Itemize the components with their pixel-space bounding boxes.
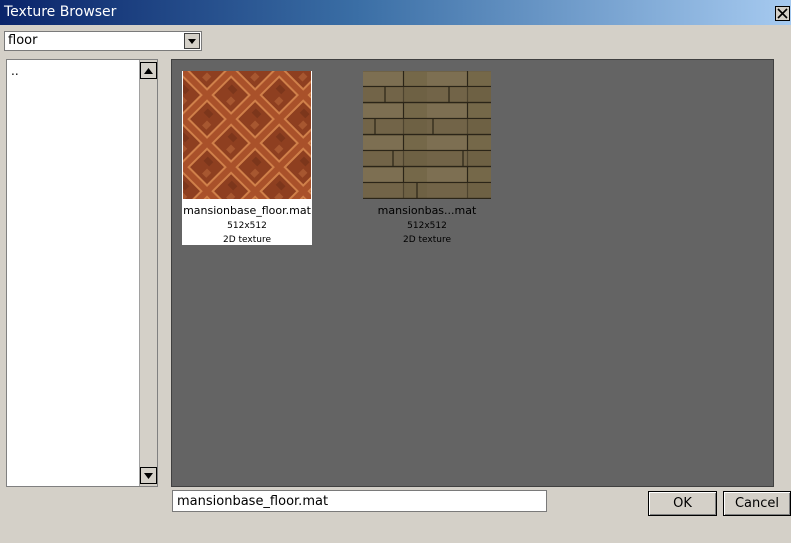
- folder-item-parent[interactable]: ..: [11, 64, 19, 78]
- close-button[interactable]: [775, 6, 790, 21]
- texture-tile[interactable]: mansionbas...mat 512x512 2D texture: [362, 71, 492, 245]
- texture-name: mansionbas...mat: [377, 204, 477, 217]
- window-title: Texture Browser: [4, 4, 117, 20]
- texture-grid[interactable]: mansionbase_floor.mat 512x512 2D texture: [171, 59, 774, 487]
- cancel-button[interactable]: Cancel: [723, 491, 791, 516]
- triangle-up-icon: [144, 67, 153, 74]
- texture-size: 512x512: [407, 221, 447, 231]
- texture-tile-selected[interactable]: mansionbase_floor.mat 512x512 2D texture: [182, 71, 312, 245]
- close-icon: [777, 8, 788, 19]
- folder-list-scrollbar[interactable]: [139, 60, 157, 486]
- folder-list[interactable]: ..: [6, 59, 158, 487]
- texture-size: 512x512: [227, 221, 267, 231]
- filter-dropdown[interactable]: floor: [4, 31, 202, 51]
- triangle-down-icon: [144, 472, 153, 479]
- scroll-up-button[interactable]: [140, 62, 157, 79]
- texture-thumbnail-floor-tiles: [183, 71, 311, 199]
- texture-name: mansionbase_floor.mat: [183, 204, 311, 217]
- texture-type: 2D texture: [402, 235, 452, 245]
- scroll-down-button[interactable]: [140, 467, 157, 484]
- texture-type: 2D texture: [222, 235, 272, 245]
- filter-dropdown-button[interactable]: [184, 33, 200, 49]
- filter-value: floor: [8, 33, 38, 48]
- window-titlebar: Texture Browser: [0, 0, 791, 25]
- texture-path-input[interactable]: [172, 490, 547, 512]
- chevron-down-icon: [188, 38, 196, 44]
- ok-button[interactable]: OK: [648, 491, 717, 516]
- texture-thumbnail-wood-planks: [363, 71, 491, 200]
